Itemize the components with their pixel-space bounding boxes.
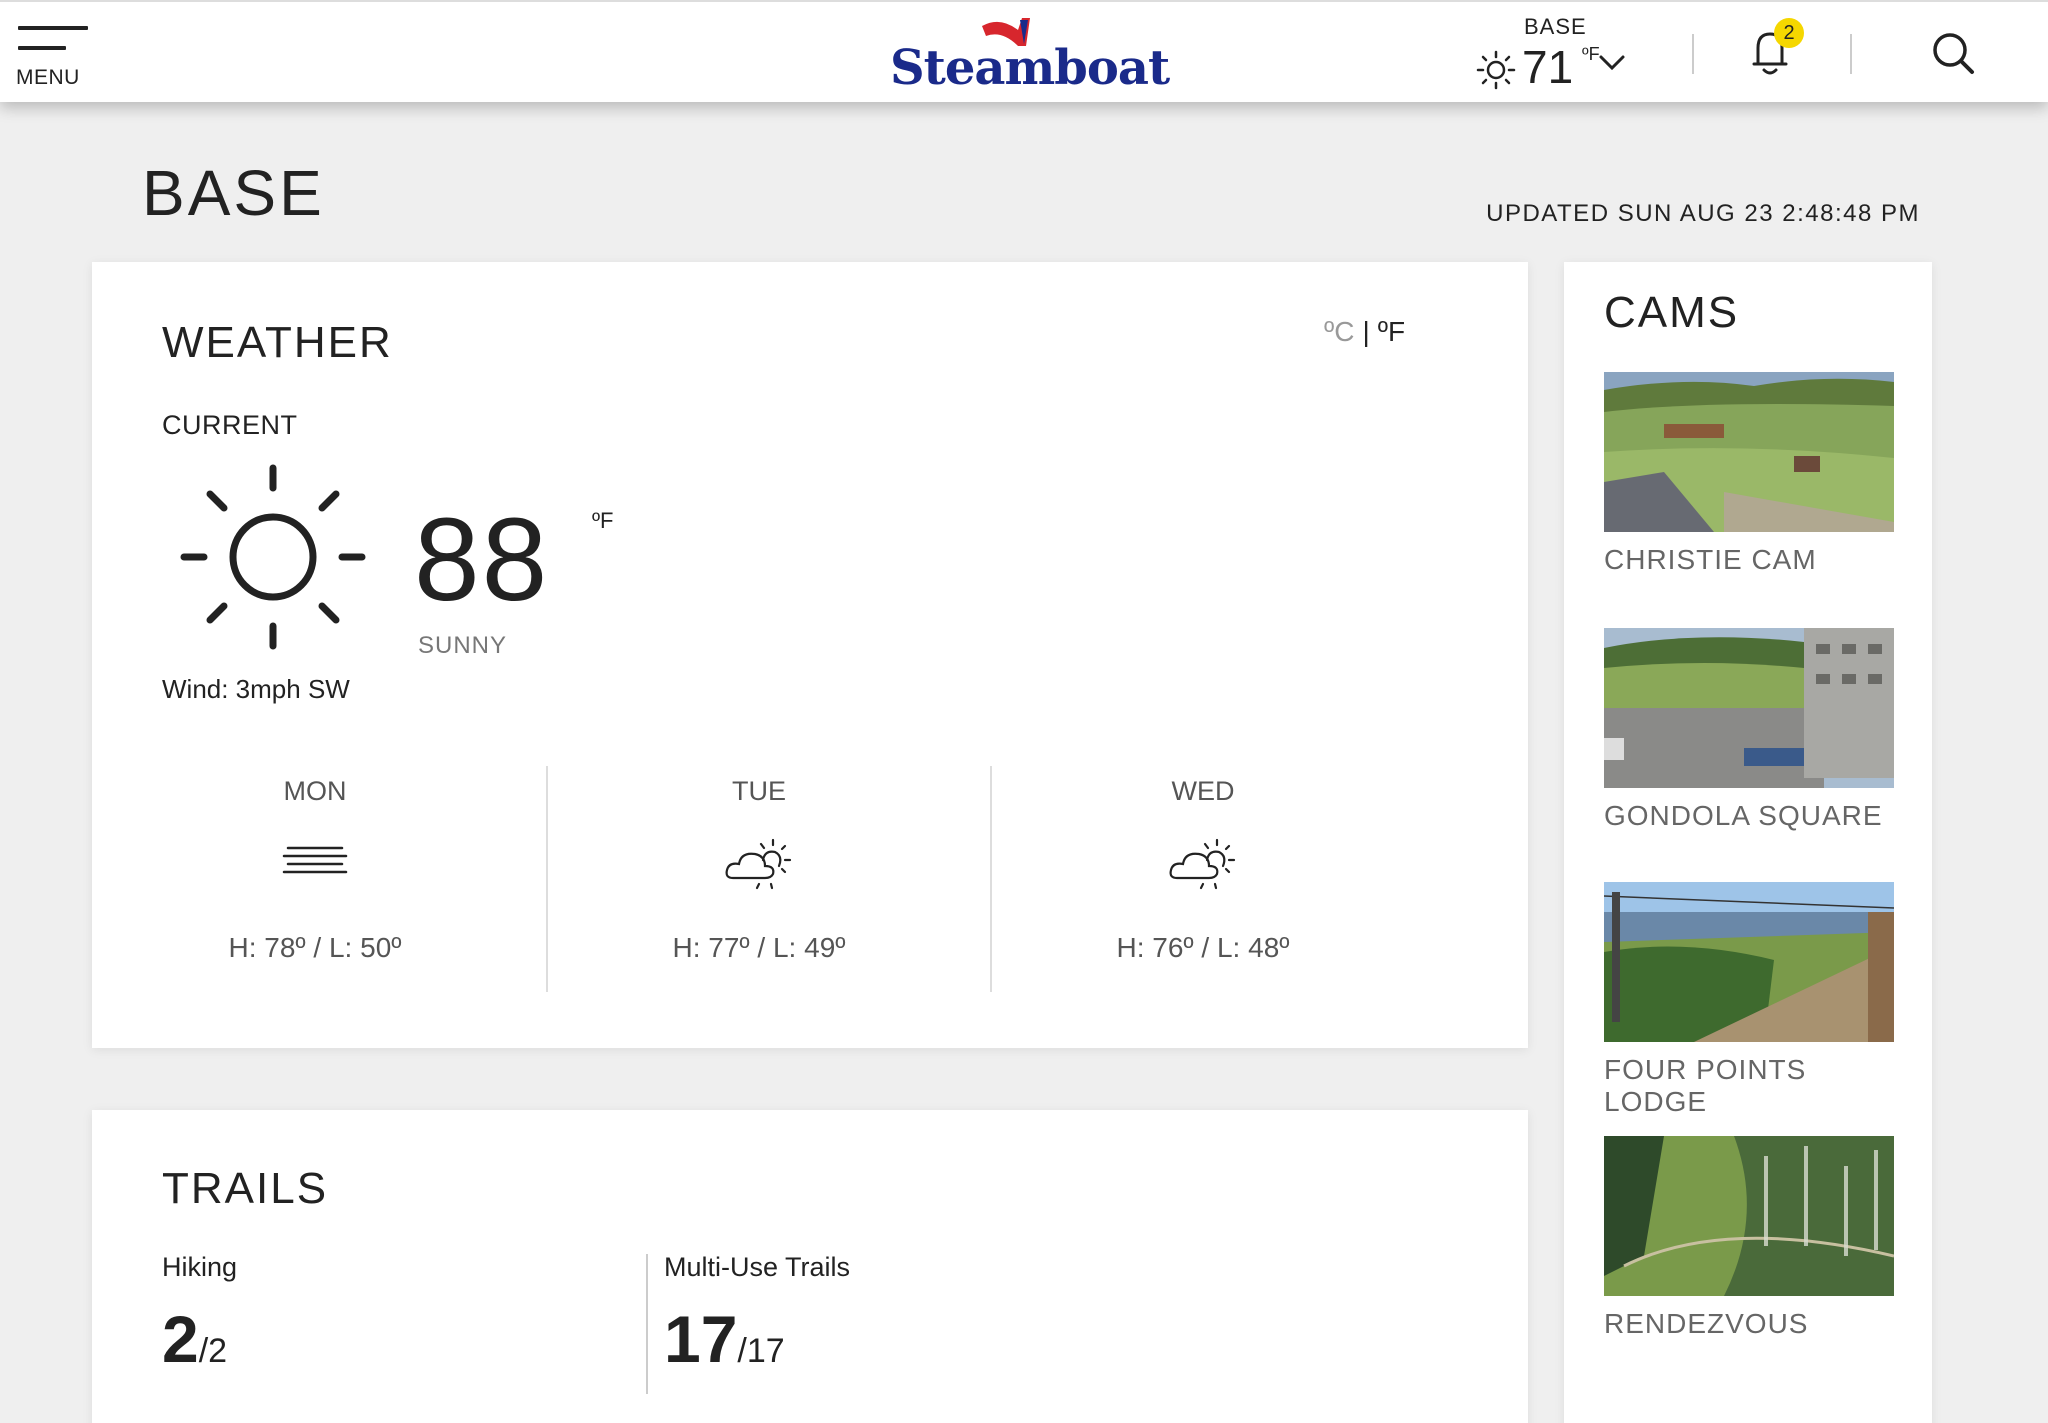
logo-wordmark: Steamboat bbox=[890, 40, 1170, 96]
trail-total-count: /2 bbox=[198, 1332, 228, 1370]
weather-card: WEATHER ºC | ºF CURRENT 88 ºF SUNNY Wind: … bbox=[92, 262, 1528, 1048]
forecast-day-label: TUE bbox=[732, 776, 786, 806]
forecast-high-low: H: 77º / L: 49º bbox=[672, 932, 846, 963]
forecast-day-label: MON bbox=[283, 776, 347, 806]
sun-icon bbox=[180, 464, 366, 650]
cam-thumbnail bbox=[1604, 628, 1894, 788]
cam-gondola-square[interactable]: GONDOLA SQUARE bbox=[1604, 628, 1894, 832]
cam-thumbnail bbox=[1604, 882, 1894, 1042]
cam-christie[interactable]: CHRISTIE CAM bbox=[1604, 372, 1894, 576]
cam-rendezvous[interactable]: RENDEZVOUS bbox=[1604, 1136, 1894, 1340]
notifications-button[interactable]: 2 bbox=[1750, 18, 1804, 82]
header-weather-unit: ºF bbox=[1582, 44, 1600, 64]
fog-icon bbox=[282, 846, 348, 874]
trail-divider bbox=[646, 1254, 648, 1394]
trail-total-count: /17 bbox=[737, 1332, 785, 1370]
hamburger-icon bbox=[18, 26, 88, 30]
notifications-badge: 2 bbox=[1774, 18, 1804, 48]
header-weather-location: BASE bbox=[1524, 14, 1587, 39]
weather-title: WEATHER bbox=[162, 318, 393, 367]
trail-stat-hiking: Hiking 2/2 bbox=[162, 1252, 237, 1377]
cam-label: RENDEZVOUS bbox=[1604, 1308, 1809, 1339]
header-weather-widget[interactable]: BASE 71 ºF bbox=[1470, 12, 1630, 96]
wind-info: Wind: 3mph SW bbox=[162, 674, 350, 704]
search-icon bbox=[1933, 33, 1974, 74]
forecast-day-label: WED bbox=[1171, 776, 1235, 806]
top-navigation-bar: MENU Steamboat BASE 71 ºF 2 bbox=[0, 0, 2048, 102]
cam-label: GONDOLA SQUARE bbox=[1604, 800, 1883, 831]
cam-label: CHRISTIE CAM bbox=[1604, 544, 1817, 575]
cam-four-points-lodge[interactable]: FOUR POINTS LODGE bbox=[1604, 882, 1894, 1118]
forecast-day: TUE H: 77º / L: 49º bbox=[536, 766, 982, 992]
trail-stat-multi-use: Multi-Use Trails 17/17 bbox=[664, 1252, 850, 1377]
cams-title: CAMS bbox=[1604, 288, 1740, 337]
cams-card: CAMS CHRISTIE CAM GONDOLA SQUARE FOUR PO… bbox=[1564, 262, 1932, 1423]
trails-title: TRAILS bbox=[162, 1164, 329, 1213]
trail-open-count: 17 bbox=[664, 1302, 738, 1376]
search-button[interactable] bbox=[1930, 30, 1976, 76]
partly-cloudy-icon bbox=[725, 838, 792, 890]
hamburger-icon-bar bbox=[18, 46, 66, 50]
header-divider bbox=[1692, 34, 1694, 74]
unit-separator: | bbox=[1362, 316, 1370, 347]
forecast-high-low: H: 76º / L: 48º bbox=[1116, 932, 1290, 963]
trail-count: 2/2 bbox=[162, 1301, 237, 1377]
current-temperature: 88 bbox=[414, 494, 550, 626]
updated-timestamp: UPDATED SUN AUG 23 2:48:48 PM bbox=[1486, 200, 1920, 227]
trails-card: TRAILS Hiking 2/2 Multi-Use Trails 17/17 bbox=[92, 1110, 1528, 1423]
forecast-high-low: H: 78º / L: 50º bbox=[228, 932, 402, 963]
menu-label: MENU bbox=[16, 66, 80, 89]
header-divider bbox=[1850, 34, 1852, 74]
unit-toggle: ºC | ºF bbox=[1324, 316, 1405, 348]
chevron-down-icon bbox=[1599, 55, 1625, 71]
forecast-day: MON H: 78º / L: 50º bbox=[92, 766, 538, 992]
trail-type-label: Hiking bbox=[162, 1252, 238, 1282]
trail-open-count: 2 bbox=[162, 1302, 199, 1376]
current-condition: SUNNY bbox=[418, 632, 508, 659]
cam-thumbnail bbox=[1604, 372, 1894, 532]
sun-icon bbox=[1476, 50, 1516, 90]
menu-button[interactable]: MENU bbox=[16, 24, 96, 94]
trail-count: 17/17 bbox=[664, 1301, 850, 1377]
partly-cloudy-icon bbox=[1169, 838, 1236, 890]
trail-type-label: Multi-Use Trails bbox=[664, 1252, 851, 1282]
steamboat-logo[interactable]: Steamboat bbox=[880, 16, 1170, 96]
header-weather-temp: 71 bbox=[1522, 41, 1574, 93]
current-label: CURRENT bbox=[162, 410, 298, 440]
page-title: BASE bbox=[142, 157, 325, 229]
cam-thumbnail bbox=[1604, 1136, 1894, 1296]
current-temperature-unit: ºF bbox=[592, 508, 614, 533]
cam-label: FOUR POINTS LODGE bbox=[1604, 1054, 1807, 1117]
fahrenheit-toggle[interactable]: ºF bbox=[1378, 316, 1405, 347]
forecast-day: WED H: 76º / L: 48º bbox=[980, 766, 1426, 992]
celsius-toggle[interactable]: ºC bbox=[1324, 316, 1354, 347]
